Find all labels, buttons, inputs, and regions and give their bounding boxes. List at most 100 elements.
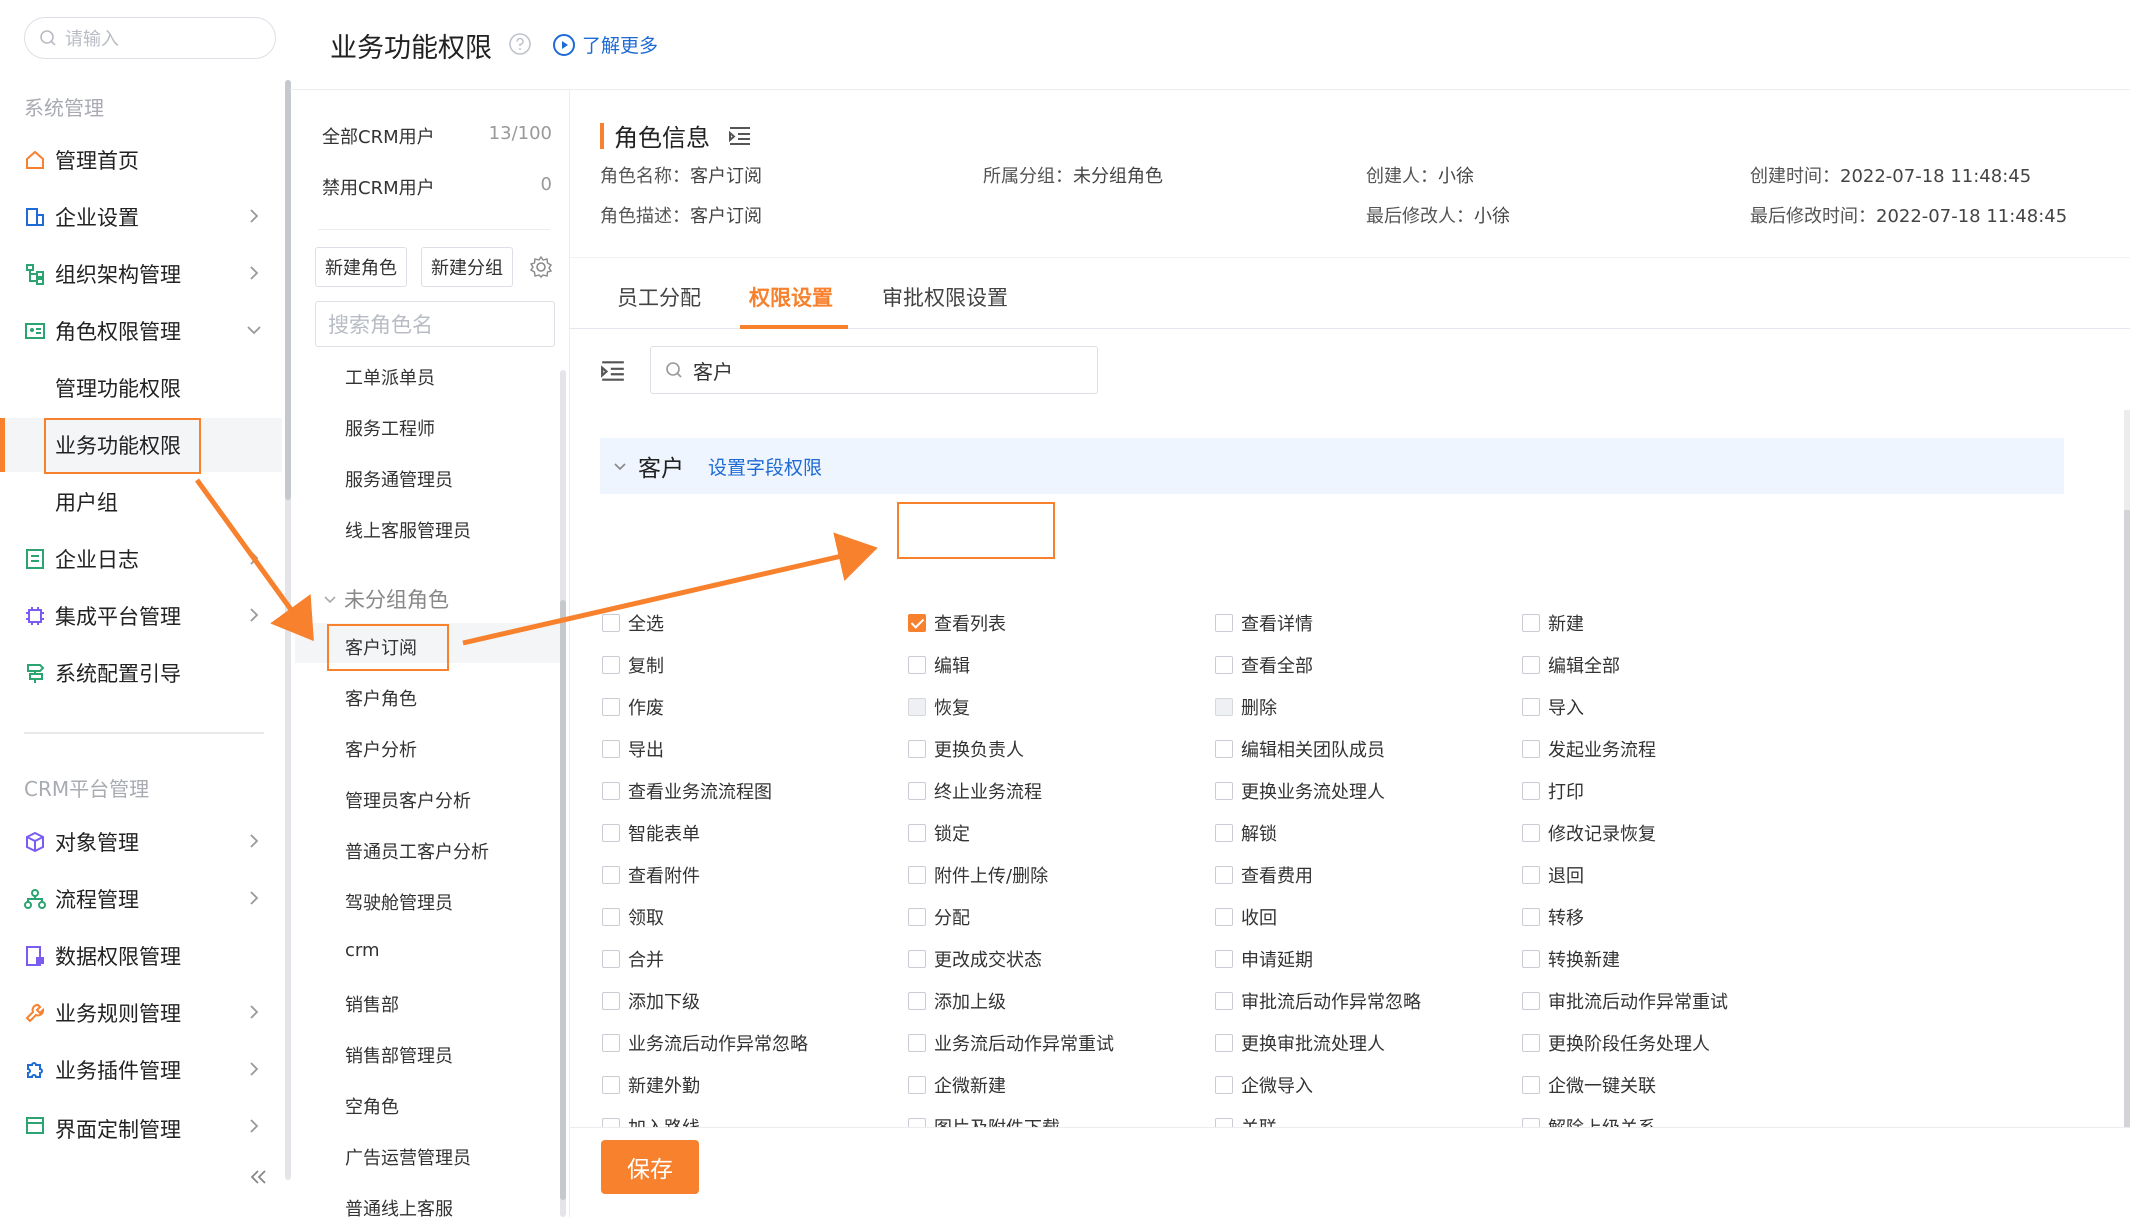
role-item[interactable]: 驾驶舱管理员 xyxy=(345,889,453,915)
permission-checkbox[interactable] xyxy=(1522,1034,1540,1052)
permission-checkbox[interactable] xyxy=(908,908,926,926)
nav-item-home[interactable]: 管理首页 xyxy=(0,133,282,187)
role-item[interactable]: crm xyxy=(345,940,380,961)
permission-item[interactable]: 领取 xyxy=(602,904,664,930)
permission-checkbox[interactable] xyxy=(1522,740,1540,758)
permission-item[interactable]: 添加上级 xyxy=(908,988,1006,1014)
permission-checkbox[interactable] xyxy=(1522,908,1540,926)
permission-checkbox[interactable] xyxy=(1522,1118,1540,1127)
permission-item[interactable]: 收回 xyxy=(1215,904,1277,930)
gear-icon[interactable] xyxy=(529,255,553,279)
permission-item[interactable]: 解除上级关系 xyxy=(1522,1114,1656,1127)
role-item[interactable]: 销售部 xyxy=(345,991,399,1017)
permission-checkbox[interactable] xyxy=(908,698,926,716)
permission-item[interactable]: 企微一键关联 xyxy=(1522,1072,1656,1098)
permission-checkbox[interactable] xyxy=(602,1076,620,1094)
permission-checkbox[interactable] xyxy=(1522,866,1540,884)
permission-item[interactable]: 新建 xyxy=(1522,610,1584,636)
permission-item[interactable]: 更换阶段任务处理人 xyxy=(1522,1030,1710,1056)
permission-item[interactable]: 企微导入 xyxy=(1215,1072,1313,1098)
permission-checkbox[interactable] xyxy=(908,1076,926,1094)
permission-item[interactable]: 审批流后动作异常重试 xyxy=(1522,988,1728,1014)
permission-checkbox[interactable] xyxy=(602,950,620,968)
permission-checkbox[interactable] xyxy=(1522,950,1540,968)
permission-checkbox[interactable] xyxy=(602,866,620,884)
permission-checkbox[interactable] xyxy=(1522,614,1540,632)
permission-item[interactable]: 发起业务流程 xyxy=(1522,736,1656,762)
permission-item[interactable]: 编辑全部 xyxy=(1522,652,1620,678)
permission-checkbox[interactable] xyxy=(1215,740,1233,758)
permission-checkbox[interactable] xyxy=(908,740,926,758)
help-icon[interactable] xyxy=(508,32,532,56)
permission-item[interactable]: 导入 xyxy=(1522,694,1584,720)
permission-checkbox[interactable] xyxy=(1215,656,1233,674)
permission-item[interactable]: 作废 xyxy=(602,694,664,720)
nav-item-company-settings[interactable]: 企业设置 xyxy=(0,190,282,244)
nav-item-flows[interactable]: 流程管理 xyxy=(0,872,282,926)
all-crm-users-row[interactable]: 全部CRM用户 13/100 xyxy=(322,123,552,149)
permission-item[interactable]: 退回 xyxy=(1522,862,1584,888)
role-search-input[interactable]: 搜索角色名 xyxy=(315,301,555,347)
permission-item[interactable]: 更换负责人 xyxy=(908,736,1024,762)
permission-checkbox[interactable] xyxy=(908,992,926,1010)
role-list-scrollbar-thumb[interactable] xyxy=(560,600,566,1200)
nav-item-data-permissions[interactable]: 数据权限管理 xyxy=(0,929,282,983)
role-item[interactable]: 工单派单员 xyxy=(345,364,435,390)
permission-item[interactable]: 删除 xyxy=(1215,694,1277,720)
permission-checkbox[interactable] xyxy=(908,950,926,968)
permission-checkbox[interactable] xyxy=(602,1118,620,1127)
nav-item-role-permissions[interactable]: 角色权限管理 xyxy=(0,304,282,358)
role-item[interactable]: 普通员工客户分析 xyxy=(345,838,489,864)
nav-item-company-log[interactable]: 企业日志 xyxy=(0,532,282,586)
role-item[interactable]: 广告运营管理员 xyxy=(345,1144,471,1170)
permission-checkbox[interactable] xyxy=(1215,908,1233,926)
permission-item[interactable]: 恢复 xyxy=(908,694,970,720)
permission-item[interactable]: 合并 xyxy=(602,946,664,972)
permission-item[interactable]: 关联 xyxy=(1215,1114,1277,1127)
main-scrollbar-thumb[interactable] xyxy=(2124,510,2130,1130)
permission-item[interactable]: 解锁 xyxy=(1215,820,1277,846)
nav-item-plugins[interactable]: 业务插件管理 xyxy=(0,1043,282,1097)
role-item[interactable]: 销售部管理员 xyxy=(345,1042,453,1068)
permission-checkbox[interactable] xyxy=(1215,992,1233,1010)
nav-item-config-guide[interactable]: 系统配置引导 xyxy=(0,646,282,700)
permission-item[interactable]: 申请延期 xyxy=(1215,946,1313,972)
permission-item[interactable]: 查看业务流流程图 xyxy=(602,778,772,804)
new-group-button[interactable]: 新建分组 xyxy=(421,247,513,287)
permission-checkbox[interactable] xyxy=(1215,614,1233,632)
role-item[interactable]: 线上客服管理员 xyxy=(345,517,471,543)
permission-checkbox[interactable] xyxy=(1215,782,1233,800)
permission-checkbox[interactable] xyxy=(602,908,620,926)
permission-item[interactable]: 转换新建 xyxy=(1522,946,1620,972)
nav-search-box[interactable]: 请输入 xyxy=(24,17,276,59)
nav-item-business-rules[interactable]: 业务规则管理 xyxy=(0,986,282,1040)
permission-checkbox[interactable] xyxy=(602,740,620,758)
permission-checkbox[interactable] xyxy=(1522,656,1540,674)
role-item[interactable]: 管理员客户分析 xyxy=(345,787,471,813)
permission-item[interactable]: 加入路线 xyxy=(602,1114,700,1127)
permission-checkbox[interactable] xyxy=(908,1118,926,1127)
permission-checkbox[interactable] xyxy=(602,1034,620,1052)
permission-checkbox[interactable] xyxy=(1215,824,1233,842)
permission-item[interactable]: 打印 xyxy=(1522,778,1584,804)
permission-item[interactable]: 复制 xyxy=(602,652,664,678)
permission-item[interactable]: 业务流后动作异常重试 xyxy=(908,1030,1114,1056)
permission-item[interactable]: 审批流后动作异常忽略 xyxy=(1215,988,1421,1014)
learn-more-link[interactable]: 了解更多 xyxy=(552,31,658,58)
permission-item[interactable]: 查看附件 xyxy=(602,862,700,888)
permission-checkbox[interactable] xyxy=(602,824,620,842)
permission-checkbox[interactable] xyxy=(602,992,620,1010)
permission-checkbox[interactable] xyxy=(602,614,620,632)
permission-item[interactable]: 企微新建 xyxy=(908,1072,1006,1098)
permission-checkbox[interactable] xyxy=(602,698,620,716)
permission-item[interactable]: 终止业务流程 xyxy=(908,778,1042,804)
permission-item[interactable]: 更换业务流处理人 xyxy=(1215,778,1385,804)
permission-checkbox[interactable] xyxy=(602,782,620,800)
permission-item[interactable]: 业务流后动作异常忽略 xyxy=(602,1030,808,1056)
ungrouped-roles-header[interactable]: 未分组角色 xyxy=(322,584,449,614)
collapse-sidebar-icon[interactable] xyxy=(248,1166,270,1188)
save-button[interactable]: 保存 xyxy=(601,1140,699,1194)
role-item[interactable]: 空角色 xyxy=(345,1093,399,1119)
permission-item[interactable]: 查看列表 xyxy=(908,610,1006,636)
permission-checkbox[interactable] xyxy=(908,614,926,632)
